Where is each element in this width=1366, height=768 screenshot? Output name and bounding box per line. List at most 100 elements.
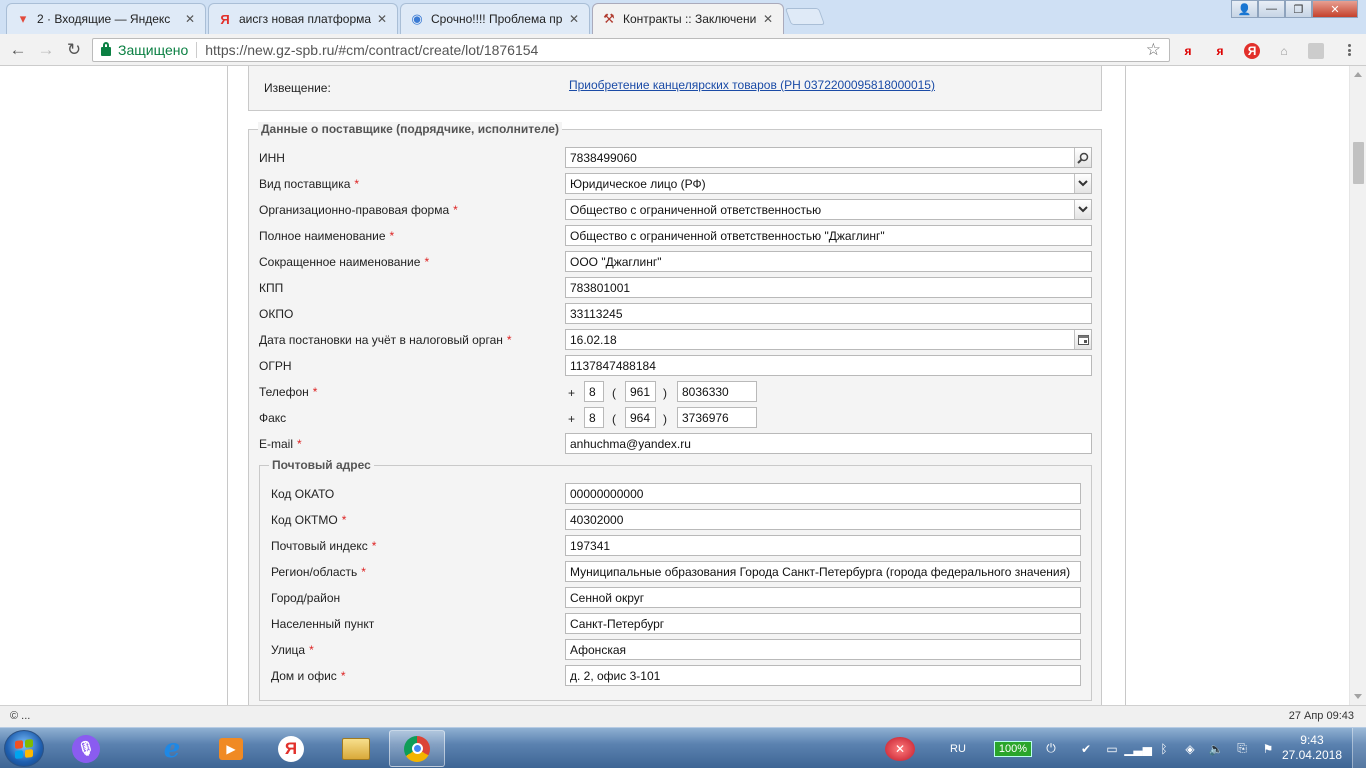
full-name-label: Полное наименование * [259, 229, 395, 243]
chrome-icon[interactable] [389, 730, 445, 767]
browser-menu-icon[interactable] [1344, 42, 1354, 58]
language-indicator[interactable]: RU [950, 743, 966, 755]
okpo-input[interactable]: 33113245 [565, 303, 1092, 324]
battery-indicator[interactable]: 100% [993, 740, 1033, 757]
close-icon[interactable]: ✕ [567, 12, 581, 26]
phone-number-input[interactable]: 8036330 [677, 381, 757, 402]
tax-date-input[interactable]: 16.02.18 [565, 329, 1092, 350]
home-icon[interactable]: ⌂ [1276, 43, 1292, 59]
start-button[interactable] [4, 730, 44, 767]
phone-code-input[interactable]: 961 [625, 381, 656, 402]
org-form-select[interactable]: Общество с ограниченной ответственностью [565, 199, 1092, 220]
close-icon[interactable]: ✕ [761, 12, 775, 26]
notification-app-icon[interactable]: ✕ [872, 730, 928, 767]
signal-bars-icon[interactable]: ▁▃▅ [1124, 741, 1152, 757]
reload-icon[interactable]: ↻ [62, 39, 86, 61]
media-player-icon[interactable]: ▶ [203, 730, 259, 767]
fax-country-input[interactable]: 8 [584, 407, 604, 428]
secure-label: Защищено [118, 42, 189, 58]
close-icon[interactable]: ✕ [375, 12, 389, 26]
ogrn-input[interactable]: 1137847488184 [565, 355, 1092, 376]
calendar-icon[interactable] [1074, 330, 1091, 349]
locality-input[interactable]: Санкт-Петербург [565, 613, 1081, 634]
show-desktop-button[interactable] [1352, 728, 1366, 768]
volume-icon[interactable]: 🔈 [1208, 741, 1224, 757]
browser-tabstrip: ▾ 2 · Входящие — Яндекс ✕ Я аисгз новая … [0, 0, 1366, 34]
action-center-icon[interactable]: ⚑ [1260, 741, 1276, 757]
tab-title: Срочно!!!! Проблема пр [431, 12, 563, 26]
user-icon[interactable]: 👤 [1231, 0, 1258, 18]
url-text: https://new.gz-spb.ru/#cm/contract/creat… [205, 42, 539, 58]
street-label: Улица * [271, 643, 314, 657]
tab-urgent[interactable]: ◉ Срочно!!!! Проблема пр ✕ [400, 3, 590, 34]
phone-country-input[interactable]: 8 [584, 381, 604, 402]
yandex-extension-icon[interactable]: я [1180, 43, 1196, 59]
supplier-type-select[interactable]: Юридическое лицо (РФ) [565, 173, 1092, 194]
chevron-down-icon[interactable] [1074, 174, 1091, 193]
power-plug-icon[interactable]: ⏻ [1043, 741, 1059, 757]
bookmark-star-icon[interactable]: ☆ [1146, 40, 1161, 60]
yandex-extension-icon[interactable]: Я [1244, 43, 1260, 59]
new-tab-button[interactable] [784, 8, 826, 25]
email-input[interactable]: anhuchma@yandex.ru [565, 433, 1092, 454]
page-scrollbar[interactable] [1349, 66, 1366, 705]
address-bar[interactable]: Защищено https://new.gz-spb.ru/#cm/contr… [92, 38, 1170, 62]
yandex-browser-icon[interactable]: Я [263, 730, 319, 767]
oktmo-input[interactable]: 40302000 [565, 509, 1081, 530]
fax-open-paren: ( [612, 412, 616, 426]
close-window-button[interactable]: ✕ [1312, 0, 1358, 18]
full-name-input[interactable]: Общество с ограниченной ответственностью… [565, 225, 1092, 246]
minimize-button[interactable]: — [1258, 0, 1285, 18]
yandex-extension-icon[interactable]: я [1212, 43, 1228, 59]
hammer-icon: ⚒ [603, 11, 615, 26]
org-form-label: Организационно-правовая форма * [259, 203, 458, 217]
phone-close-paren: ) [663, 386, 667, 400]
okato-input[interactable]: 00000000000 [565, 483, 1081, 504]
internet-explorer-icon[interactable]: e [144, 730, 200, 767]
windows-logo-icon [15, 738, 33, 759]
fax-close-paren: ) [663, 412, 667, 426]
taskbar-clock[interactable]: 9:43 27.04.2018 [1282, 733, 1342, 763]
lock-icon [101, 42, 111, 56]
tab-aisgz[interactable]: Я аисгз новая платформа ✕ [208, 3, 398, 34]
chevron-down-icon[interactable] [1074, 200, 1091, 219]
postal-index-input[interactable]: 197341 [565, 535, 1081, 556]
tab-contracts[interactable]: ⚒ Контракты :: Заключени ✕ [592, 3, 784, 34]
file-explorer-icon[interactable] [328, 730, 384, 767]
back-arrow-icon[interactable]: ← [6, 39, 30, 61]
network-app-icon[interactable]: ✔ [1078, 741, 1094, 757]
region-label: Регион/область * [271, 565, 366, 579]
region-input[interactable]: Муниципальные образования Города Санкт-П… [565, 561, 1081, 582]
fax-label: Факс [259, 411, 287, 425]
tab-inbox[interactable]: ▾ 2 · Входящие — Яндекс ✕ [6, 3, 206, 34]
short-name-input[interactable]: ООО "Джаглинг" [565, 251, 1092, 272]
scroll-down-icon[interactable] [1354, 694, 1362, 699]
security-icon[interactable]: ◈ [1182, 741, 1198, 757]
inn-input[interactable]: 7838499060 [565, 147, 1092, 168]
notice-link[interactable]: Приобретение канцелярских товаров (РН 03… [569, 78, 935, 92]
kpp-input[interactable]: 783801001 [565, 277, 1092, 298]
voice-assistant-icon[interactable]: 🎙 [58, 730, 114, 767]
forward-arrow-icon[interactable]: → [34, 39, 58, 61]
usb-device-icon[interactable]: ⎘ [1234, 741, 1250, 757]
maximize-button[interactable]: ❐ [1285, 0, 1312, 18]
scrollbar-thumb[interactable] [1353, 142, 1364, 184]
monitor-icon[interactable]: ▭ [1104, 741, 1120, 757]
search-icon[interactable] [1074, 148, 1091, 167]
ogrn-label: ОГРН [259, 359, 292, 373]
bluetooth-icon[interactable]: ᛒ [1156, 741, 1172, 757]
short-name-label: Сокращенное наименование * [259, 255, 430, 269]
okpo-label: ОКПО [259, 307, 294, 321]
fax-code-input[interactable]: 964 [625, 407, 656, 428]
phone-plus: + [568, 386, 576, 400]
scroll-up-icon[interactable] [1354, 72, 1362, 77]
postal-address-section: Почтовый адрес Код ОКАТО 00000000000 Код… [259, 458, 1092, 701]
city-input[interactable]: Сенной округ [565, 587, 1081, 608]
street-input[interactable]: Афонская [565, 639, 1081, 660]
tab-title: 2 · Входящие — Яндекс [37, 12, 171, 26]
close-icon[interactable]: ✕ [183, 12, 197, 26]
fax-number-input[interactable]: 3736976 [677, 407, 757, 428]
status-left-text: © ... [10, 710, 31, 722]
house-input[interactable]: д. 2, офис 3-101 [565, 665, 1081, 686]
extension-icon[interactable] [1308, 43, 1324, 59]
